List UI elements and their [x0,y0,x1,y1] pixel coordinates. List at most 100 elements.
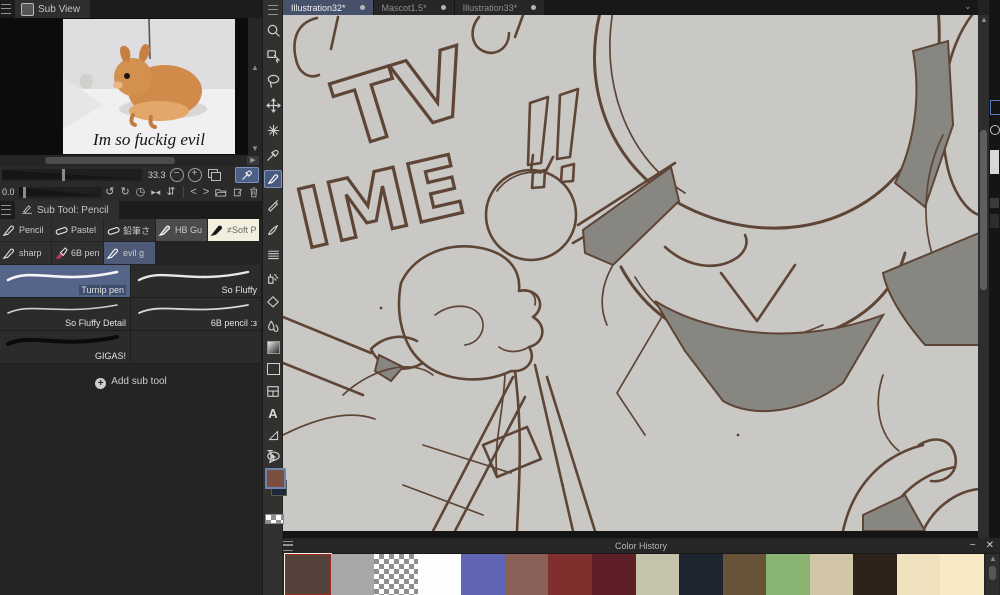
color-swatch[interactable] [461,554,505,595]
tool-gradient[interactable] [264,338,282,356]
add-sub-tool-button[interactable]: + Add sub tool [0,376,262,389]
color-swatch[interactable] [809,554,854,595]
delete-icon[interactable] [249,186,259,198]
color-swatch[interactable] [940,554,984,595]
brush-item-gigas[interactable]: GIGAS! [0,331,131,364]
tool-ruler[interactable] [264,426,282,444]
tool-zoom[interactable] [264,21,282,39]
main-color-swatch[interactable] [265,468,286,489]
tab-overflow-chevron-icon[interactable]: ⌄ [964,1,972,12]
color-swatch[interactable] [417,554,462,595]
tab-illustration32[interactable]: Illustration32* [283,0,374,15]
tool-eraser[interactable] [264,293,282,311]
tool-correct-line-icon-wrap[interactable] [264,446,282,464]
subview-horizontal-scrollbar[interactable]: ▶ [0,155,262,166]
previous-image-icon[interactable]: < [190,185,196,199]
color-swatch[interactable] [722,554,767,595]
tab-sub-view[interactable]: Sub View [15,0,91,18]
zoom-slider[interactable] [2,168,142,181]
brush-item-empty[interactable] [131,331,262,364]
panel-menu-icon[interactable] [1,205,11,215]
open-file-icon[interactable] [215,187,227,198]
color-swatch[interactable] [374,554,418,595]
collapsed-panel-icon[interactable] [990,214,999,228]
zoom-in-button[interactable]: + [187,167,202,182]
tool-brush[interactable] [264,221,282,239]
scroll-down-icon[interactable]: ▼ [251,145,259,153]
tool-object[interactable] [264,46,282,64]
tool-eyedropper[interactable] [264,146,282,164]
next-image-icon[interactable]: > [203,185,209,199]
collapsed-panel-icon[interactable] [990,125,1000,135]
color-swatch[interactable] [853,554,897,595]
tool-move[interactable] [264,96,282,114]
tool-pencil[interactable] [264,196,282,214]
tool-figure[interactable] [264,360,282,378]
redo-rotate-icon[interactable]: ↻ [120,185,129,199]
fit-vertical-icon[interactable]: ⇵ [166,185,175,199]
brush-item-so-fluffy[interactable]: So Fluffy [131,265,262,298]
subtool-button-sharp[interactable]: sharp [0,242,52,265]
tool-airbrush[interactable] [264,269,282,287]
color-swatch[interactable] [591,554,636,595]
scroll-up-icon[interactable]: ▲ [980,16,988,24]
tab-modified-dot[interactable] [359,5,365,10]
tool-decoration[interactable] [264,245,282,263]
close-icon[interactable]: ✕ [986,540,994,551]
color-swatch[interactable] [896,554,941,595]
color-swatch[interactable] [548,554,592,595]
collapsed-panel-icon[interactable] [990,100,1000,115]
rotation-slider-thumb[interactable] [22,186,26,198]
brush-item-so-fluffy-detail[interactable]: So Fluffy Detail [0,298,131,331]
subview-image-area[interactable]: Im so fuckig evil [0,18,248,155]
tab-subtool-pencil[interactable]: Sub Tool: Pencil [15,201,119,219]
toolbar-menu-icon[interactable] [264,1,282,19]
subtool-button-pastel[interactable]: Pastel [52,219,104,242]
scroll-up-icon[interactable]: ▲ [251,64,259,72]
tool-text[interactable]: A [264,404,282,422]
drawing-canvas[interactable]: .ln{fill:none;stroke:#5e4536;stroke-widt… [283,15,978,531]
subtool-button-enpitsu[interactable]: 鉛筆さ [104,219,156,242]
tool-lasso[interactable] [264,71,282,89]
flip-horizontal-icon[interactable]: ▸◂ [151,185,160,199]
tool-frame[interactable] [264,382,282,400]
transparent-color-swatch[interactable] [265,514,284,524]
auto-color-pick-button[interactable] [235,166,259,183]
subtool-button-hb[interactable]: HB Gu [156,219,208,242]
scroll-right-icon[interactable]: ▶ [247,156,259,165]
ch-scroll-thumb[interactable] [989,566,996,580]
color-swatch[interactable] [766,554,810,595]
tool-pen[interactable] [264,170,282,188]
tab-mascot15[interactable]: Mascot1.5* [373,0,455,15]
subtool-button-6b-pen[interactable]: 6B pen [52,242,104,265]
subtool-button-pencil[interactable]: Pencil [0,219,52,242]
subtool-button-evil[interactable]: evil g [104,242,156,265]
zoom-slider-thumb[interactable] [62,168,65,181]
edit-file-icon[interactable] [233,187,244,198]
brush-item-turnip-pen[interactable]: Turnip pen [0,265,131,298]
vscroll-thumb[interactable] [980,130,987,290]
reset-time-icon[interactable]: ◷ [136,185,146,199]
rotation-slider[interactable] [18,186,103,198]
subview-vertical-scrollbar[interactable]: ▲ ▼ [248,18,262,155]
color-history-scrollbar[interactable]: ▲ [986,554,999,595]
fit-to-window-icon[interactable] [207,168,221,181]
tool-magic-wand[interactable] [264,121,282,139]
subtool-button-soft[interactable]: ≠Soft P [208,219,260,242]
scroll-up-icon[interactable]: ▲ [989,555,997,563]
collapsed-panel-icon[interactable] [990,150,999,174]
hscroll-thumb[interactable] [45,157,175,164]
undo-rotate-icon[interactable]: ↺ [105,185,114,199]
color-swatch[interactable] [330,554,375,595]
color-swatch[interactable] [504,554,549,595]
collapsed-panel-icon[interactable] [990,198,999,208]
tab-illustration33[interactable]: Illustration33* [454,0,546,15]
panel-menu-icon[interactable] [1,4,11,14]
canvas-vertical-scrollbar[interactable]: ▲ [978,15,989,538]
color-swatch[interactable] [284,553,332,595]
tab-modified-dot[interactable] [531,5,537,10]
tool-blend[interactable] [264,317,282,335]
tab-modified-dot[interactable] [440,5,446,10]
brush-item-6b-pencil[interactable]: 6B pencil :з [131,298,262,331]
color-swatch[interactable] [679,554,723,595]
